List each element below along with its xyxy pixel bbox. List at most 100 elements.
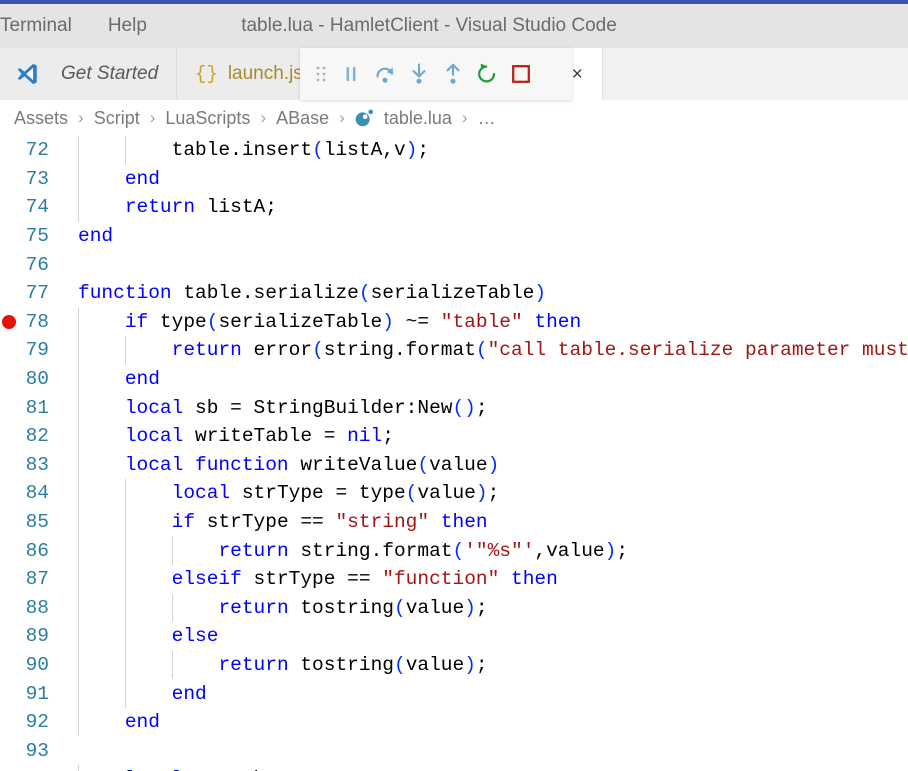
- line-number[interactable]: 76: [0, 254, 62, 276]
- code-line[interactable]: 92 end: [0, 707, 908, 737]
- code-text: end: [78, 225, 114, 248]
- line-number[interactable]: 87: [0, 568, 62, 590]
- menu-bar: Terminal Help: [0, 13, 151, 39]
- code-line[interactable]: 80 end: [0, 364, 908, 394]
- code-line[interactable]: 74 return listA;: [0, 193, 908, 222]
- code-line[interactable]: 83 local function writeValue(value): [0, 450, 908, 480]
- code-line[interactable]: 78 if type(serializeTable) ~= "table" th…: [0, 307, 908, 337]
- code-text: end: [171, 682, 207, 705]
- debug-toolbar[interactable]: [300, 48, 572, 100]
- tab-label-get-started: Get Started: [61, 63, 159, 84]
- breadcrumb-separator: ›: [78, 108, 84, 127]
- breakpoint-icon[interactable]: [2, 314, 16, 329]
- code-line[interactable]: 72 table.insert(listA,v);: [0, 136, 908, 165]
- drag-handle-icon[interactable]: [308, 56, 334, 92]
- breadcrumb-separator: ›: [339, 108, 345, 127]
- code-line[interactable]: 86 return string.format('"%s"',value);: [0, 536, 908, 565]
- code-text: return tostring(value);: [218, 653, 488, 676]
- vscode-logo-icon: [14, 61, 40, 87]
- code-text: end: [124, 368, 160, 391]
- code-text: local function writeValue(value): [124, 453, 500, 476]
- code-lines: 72 table.insert(listA,v); 73 end 74 return…: [0, 136, 908, 771]
- line-number[interactable]: 82: [0, 425, 62, 447]
- line-number[interactable]: 83: [0, 454, 62, 476]
- code-text: elseif strType == "function" then: [171, 568, 558, 591]
- code-text: local sb = StringBuilder:New();: [124, 396, 488, 419]
- code-line[interactable]: 85 if strType == "string" then: [0, 507, 908, 537]
- line-number[interactable]: 89: [0, 625, 62, 647]
- line-number[interactable]: 85: [0, 511, 62, 533]
- breadcrumb-item-abase[interactable]: ABase: [274, 108, 331, 129]
- code-text: return listA;: [124, 196, 277, 219]
- code-text: end: [124, 167, 160, 190]
- code-text: local writeTable = nil;: [124, 425, 394, 448]
- breadcrumb-item-table-lua[interactable]: table.lua: [382, 108, 454, 129]
- breadcrumb: Assets › Script › LuaScripts › ABase › t…: [0, 100, 908, 136]
- code-line[interactable]: 82 local writeTable = nil;: [0, 421, 908, 451]
- code-text: return error(string.format("call table.s…: [171, 339, 908, 362]
- json-braces-icon: {}: [195, 63, 218, 85]
- code-line[interactable]: 73 end: [0, 164, 908, 194]
- breadcrumb-separator: ›: [461, 108, 468, 127]
- line-number[interactable]: 72: [0, 139, 62, 161]
- pause-icon[interactable]: [334, 56, 368, 92]
- tab-get-started[interactable]: Get Started: [0, 48, 177, 100]
- line-number[interactable]: 90: [0, 654, 62, 676]
- line-number[interactable]: 73: [0, 168, 62, 190]
- line-number[interactable]: 81: [0, 397, 62, 419]
- code-line[interactable]: 84 local strType = type(value);: [0, 479, 908, 508]
- code-text: return tostring(value);: [218, 596, 488, 619]
- menu-item-terminal[interactable]: Terminal: [0, 13, 76, 39]
- line-number[interactable]: 84: [0, 482, 62, 504]
- stop-icon[interactable]: [504, 56, 538, 92]
- code-line[interactable]: 93: [0, 736, 908, 765]
- line-number[interactable]: 86: [0, 540, 62, 562]
- title-bar: Terminal Help table.lua - HamletClient -…: [0, 4, 908, 48]
- vscode-window: Terminal Help table.lua - HamletClient -…: [0, 0, 908, 771]
- code-text: table.insert(listA,v);: [171, 139, 430, 162]
- line-number[interactable]: 75: [0, 225, 62, 247]
- code-line[interactable]: 91 end: [0, 679, 908, 708]
- code-line[interactable]: 81 local sb = StringBuilder:New();: [0, 393, 908, 422]
- line-number[interactable]: 80: [0, 368, 62, 390]
- breadcrumb-item-assets[interactable]: Assets: [12, 108, 70, 129]
- code-text: if type(serializeTable) ~= "table" then: [124, 310, 582, 333]
- line-number[interactable]: 91: [0, 683, 62, 705]
- step-over-icon[interactable]: [368, 56, 402, 92]
- lua-file-icon: [353, 107, 375, 129]
- line-number[interactable]: 93: [0, 740, 62, 762]
- code-line[interactable]: 87 elseif strType == "function" then: [0, 564, 908, 594]
- line-number[interactable]: 78: [0, 311, 62, 333]
- code-text: if strType == "string" then: [171, 511, 488, 534]
- line-number[interactable]: 88: [0, 597, 62, 619]
- code-line[interactable]: 75 end: [0, 222, 908, 251]
- breadcrumb-separator: ›: [260, 108, 267, 127]
- code-line[interactable]: 90 return tostring(value);: [0, 650, 908, 680]
- breadcrumb-item-script[interactable]: Script: [92, 108, 142, 129]
- breadcrumb-item-more[interactable]: …: [476, 108, 498, 129]
- close-icon[interactable]: ×: [572, 65, 583, 84]
- line-number[interactable]: 74: [0, 196, 62, 218]
- tab-label-launch: launch.js: [227, 63, 303, 84]
- code-line[interactable]: 77 function table.serialize(serializeTabl…: [0, 279, 908, 308]
- code-line[interactable]: 76: [0, 250, 908, 279]
- code-editor[interactable]: 72 table.insert(listA,v); 73 end 74 return…: [0, 136, 908, 771]
- breadcrumb-separator: ›: [149, 108, 156, 127]
- breadcrumb-item-luascripts[interactable]: LuaScripts: [163, 108, 252, 129]
- code-line[interactable]: 88 return tostring(value);: [0, 593, 908, 623]
- code-text: return string.format('"%s"',value);: [218, 539, 629, 562]
- code-line[interactable]: 79 return error(string.format("call tabl…: [0, 336, 908, 365]
- line-number[interactable]: 92: [0, 711, 62, 733]
- code-line[interactable]: 94 local sDepth = 0;: [0, 765, 908, 771]
- step-out-icon[interactable]: [436, 56, 470, 92]
- code-line[interactable]: 89 else: [0, 622, 908, 651]
- step-into-icon[interactable]: [402, 56, 436, 92]
- code-text: end: [124, 711, 160, 734]
- line-number[interactable]: 77: [0, 282, 62, 304]
- line-number[interactable]: 79: [0, 339, 62, 361]
- restart-icon[interactable]: [470, 56, 504, 92]
- code-text: else: [171, 625, 219, 648]
- code-text: function table.serialize(serializeTable): [78, 282, 547, 305]
- menu-item-help[interactable]: Help: [104, 13, 151, 39]
- code-text: local strType = type(value);: [171, 482, 500, 505]
